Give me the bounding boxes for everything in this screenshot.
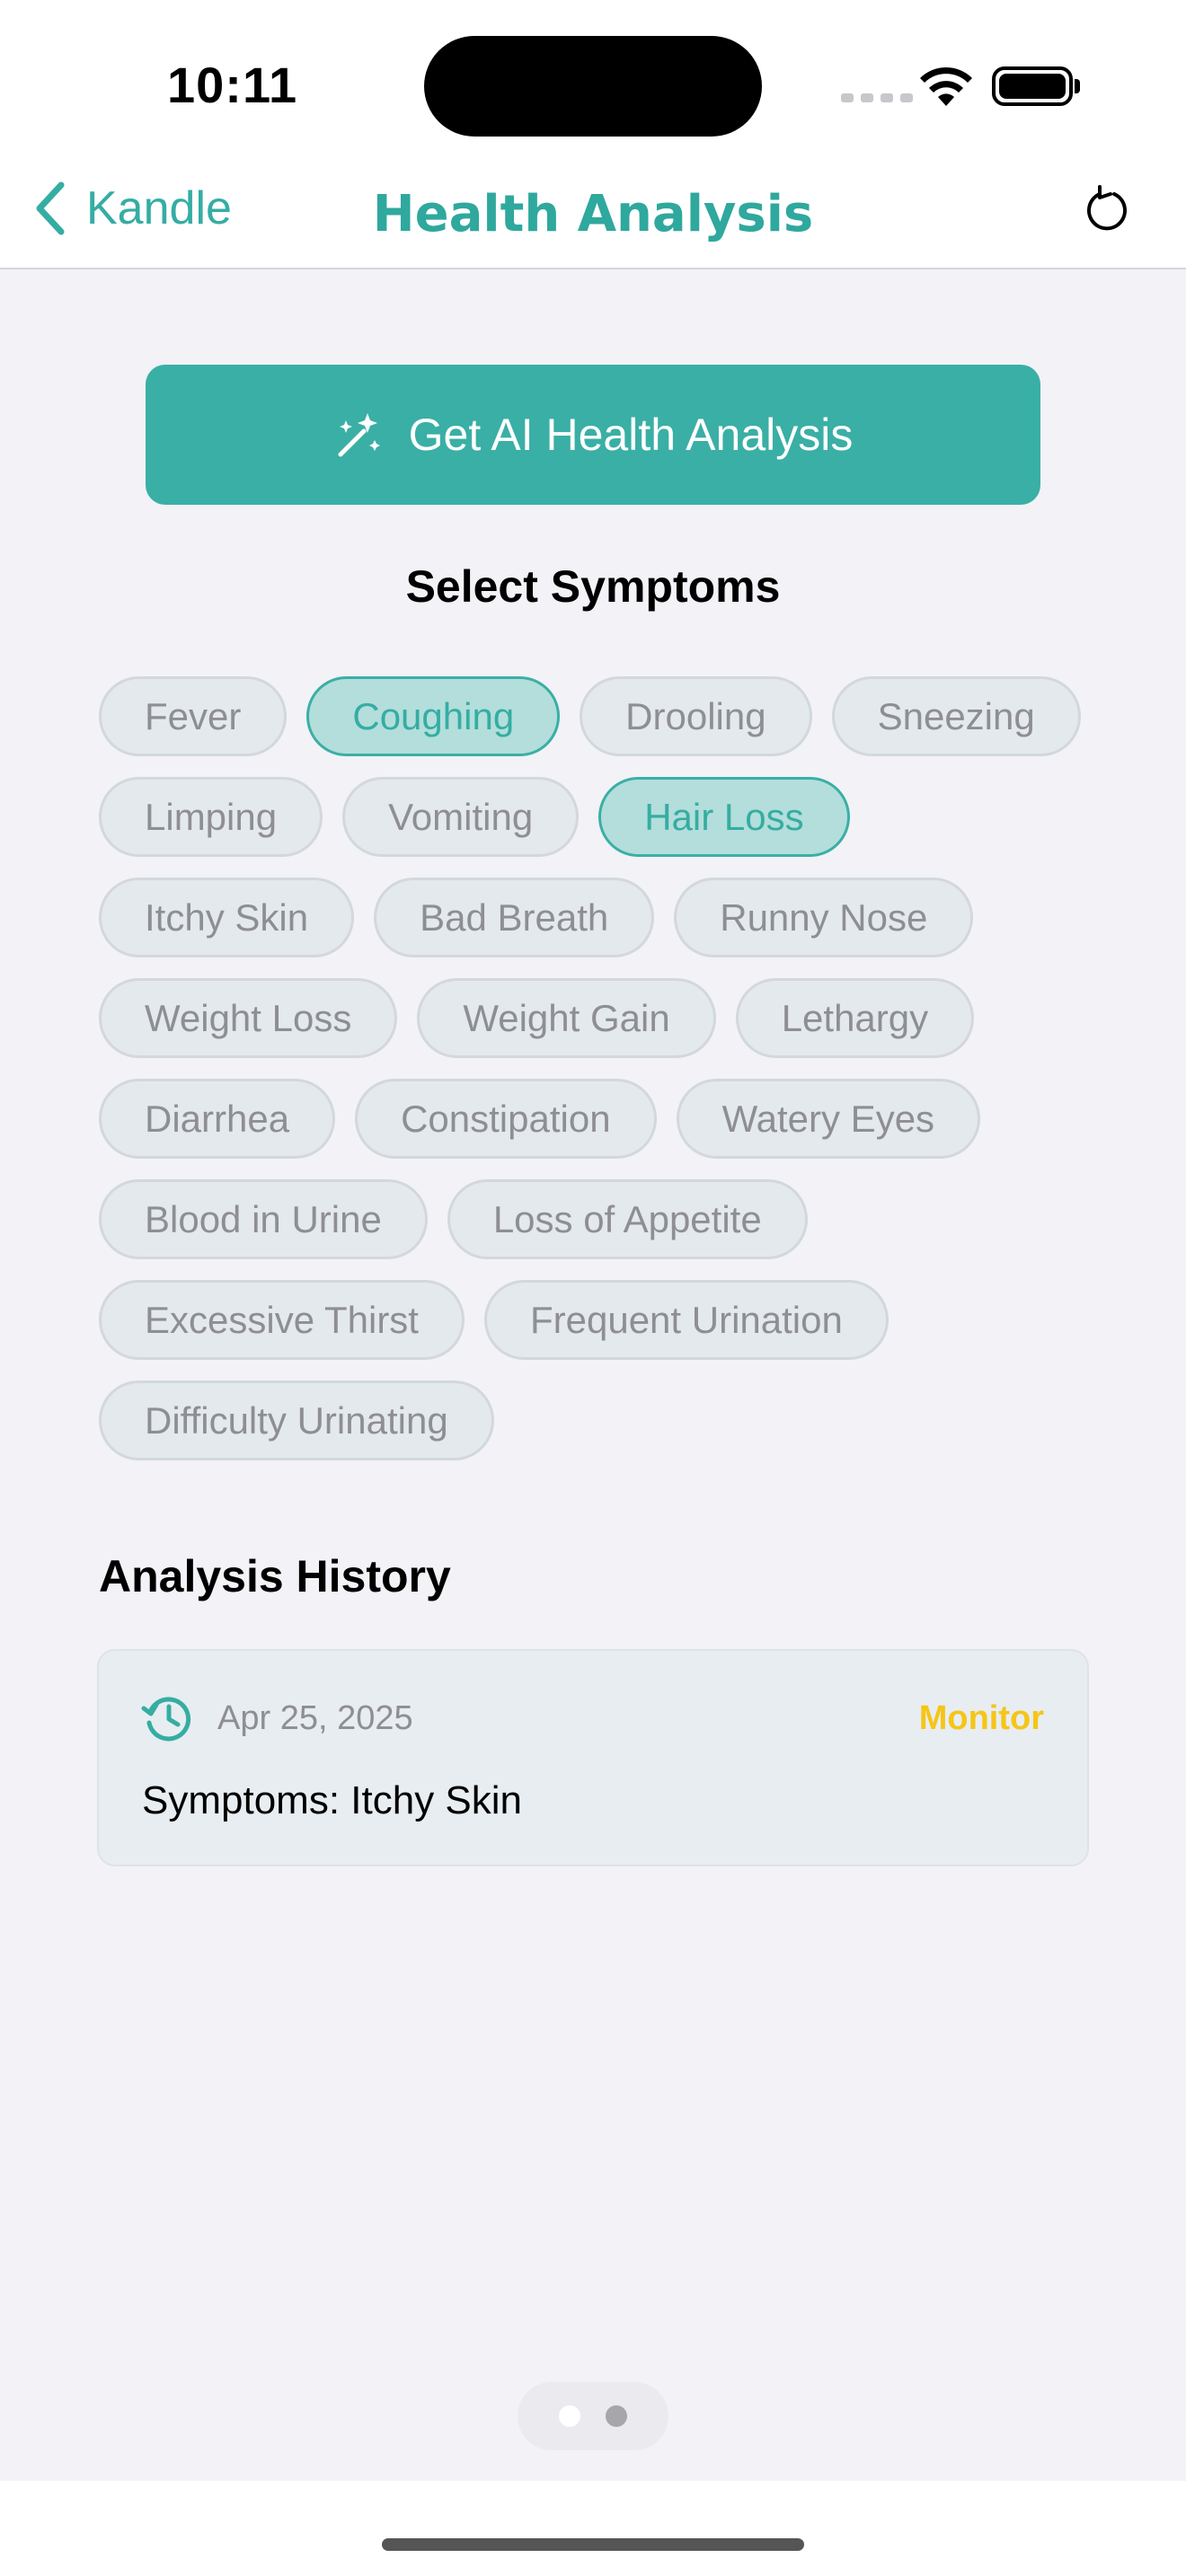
symptom-chip-runny-nose[interactable]: Runny Nose [674, 878, 974, 957]
cellular-signal-icon [841, 93, 913, 102]
history-entry-date: Apr 25, 2025 [217, 1699, 413, 1737]
symptom-chip-sneezing[interactable]: Sneezing [831, 676, 1081, 756]
symptom-chip-limping[interactable]: Limping [99, 777, 323, 857]
symptom-chip-weight-loss[interactable]: Weight Loss [99, 978, 398, 1058]
home-indicator[interactable] [382, 2538, 804, 2551]
page-dot-active [559, 2405, 580, 2427]
page-dot-inactive [606, 2405, 627, 2427]
symptom-chip-itchy-skin[interactable]: Itchy Skin [99, 878, 355, 957]
symptom-chip-drooling[interactable]: Drooling [580, 676, 812, 756]
dynamic-island [424, 36, 762, 137]
symptom-chip-hair-loss[interactable]: Hair Loss [598, 777, 850, 857]
battery-nub [1075, 79, 1080, 93]
wifi-icon [920, 66, 972, 106]
symptom-chip-coughing[interactable]: Coughing [306, 676, 561, 756]
select-symptoms-heading: Select Symptoms [405, 561, 781, 612]
page-title: Health Analysis [372, 185, 814, 243]
symptom-chip-lethargy[interactable]: Lethargy [735, 978, 975, 1058]
get-ai-analysis-button[interactable]: Get AI Health Analysis [146, 365, 1040, 505]
symptom-chip-frequent-urination[interactable]: Frequent Urination [483, 1280, 889, 1360]
symptom-chip-weight-gain[interactable]: Weight Gain [417, 978, 716, 1058]
symptom-chip-fever[interactable]: Fever [99, 676, 288, 756]
symptom-chip-bad-breath[interactable]: Bad Breath [374, 878, 655, 957]
refresh-icon[interactable] [1082, 185, 1132, 235]
symptom-chip-watery-eyes[interactable]: Watery Eyes [676, 1079, 981, 1159]
analysis-history-heading: Analysis History [99, 1551, 451, 1601]
history-entry-symptoms: Symptoms: Itchy Skin [142, 1778, 523, 1822]
magic-wand-icon [338, 413, 380, 457]
symptom-chip-excessive-thirst[interactable]: Excessive Thirst [99, 1280, 465, 1360]
bottom-safe-area [0, 2481, 1186, 2576]
top-bar: 10:11 Kandle Health Analysis [0, 0, 1186, 269]
history-clock-icon [141, 1697, 191, 1742]
health-analysis-screen: 10:11 Kandle Health Analysis Get AI Heal… [0, 0, 1186, 2576]
symptom-chip-vomiting[interactable]: Vomiting [342, 777, 580, 857]
get-ai-analysis-label: Get AI Health Analysis [408, 410, 854, 460]
status-time: 10:11 [167, 57, 298, 113]
symptom-chip-constipation[interactable]: Constipation [355, 1079, 657, 1159]
page-indicator[interactable] [518, 2382, 668, 2450]
history-entry-card[interactable]: Apr 25, 2025 Monitor Symptoms: Itchy Ski… [97, 1649, 1089, 1866]
symptom-chip-blood-in-urine[interactable]: Blood in Urine [99, 1179, 428, 1259]
symptom-chip-difficulty-urinating[interactable]: Difficulty Urinating [99, 1381, 494, 1460]
symptom-chip-diarrhea[interactable]: Diarrhea [99, 1079, 336, 1159]
history-entry-status-badge: Monitor [918, 1699, 1044, 1737]
battery-icon [992, 66, 1073, 106]
symptom-chip-loss-of-appetite[interactable]: Loss of Appetite [447, 1179, 808, 1259]
symptom-chip-list: Fever Coughing Drooling Sneezing Limping… [99, 676, 1096, 1460]
